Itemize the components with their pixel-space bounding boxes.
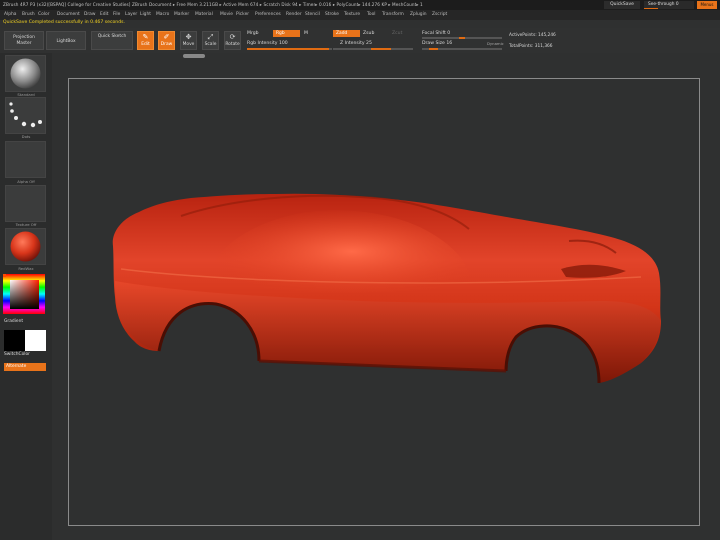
menu-zplugin[interactable]: Zplugin	[410, 12, 427, 17]
menu-stroke[interactable]: Stroke	[325, 12, 339, 17]
menu-material[interactable]: Material	[195, 12, 213, 17]
focal-shift-fill	[459, 37, 465, 39]
menu-transform[interactable]: Transform	[382, 12, 404, 17]
material-selector[interactable]	[5, 228, 46, 265]
projection-master-button[interactable]: Projection Master	[4, 31, 44, 50]
quick-sketch-label: Quick Sketch	[97, 34, 127, 39]
rotate-icon: ⟳	[229, 33, 236, 41]
alternate-button[interactable]: Alternate	[4, 363, 46, 371]
quicksave-button[interactable]: QuickSave	[604, 1, 640, 9]
rotate-label: Rotate	[225, 42, 240, 47]
menu-draw[interactable]: Draw	[84, 12, 95, 17]
window-title: ZBrush 4R7 P3 (x32)[BSPAQ] College for C…	[3, 2, 423, 7]
menu-preferences[interactable]: Preferences	[255, 12, 281, 17]
z-intensity-fill	[371, 48, 391, 50]
top-toolbar: Projection Master LightBox Quick Sketch …	[0, 28, 720, 53]
move-icon: ✥	[185, 33, 192, 41]
title-bar: ZBrush 4R7 P3 (x32)[BSPAQ] College for C…	[0, 0, 720, 10]
menu-file[interactable]: File	[113, 12, 120, 17]
draw-size-slider[interactable]	[422, 48, 502, 50]
menu-picker[interactable]: Picker	[236, 12, 249, 17]
rgb-intensity-fill	[247, 48, 329, 50]
rgb-intensity-label: Rgb Intensity 100	[247, 41, 288, 46]
main-color-swatch[interactable]	[4, 330, 25, 351]
menu-layer[interactable]: Layer	[125, 12, 137, 17]
secondary-color-swatch[interactable]	[25, 330, 46, 351]
draw-icon: ✐	[163, 33, 170, 41]
switch-color-button[interactable]: SwitchColor	[4, 352, 30, 357]
brush-selector[interactable]	[5, 55, 46, 92]
quick-sketch-button[interactable]: Quick Sketch	[91, 31, 133, 50]
focal-shift-slider[interactable]	[422, 37, 502, 39]
menu-render[interactable]: Render	[286, 12, 302, 17]
edit-label: Edit	[141, 42, 150, 47]
stroke-selector[interactable]	[5, 97, 46, 134]
z-intensity-label: Z Intensity 25	[340, 41, 372, 46]
texture-selector[interactable]	[5, 185, 46, 222]
zadd-toggle[interactable]: Zadd	[333, 30, 360, 37]
toolbar-scroll-handle[interactable]	[183, 54, 205, 58]
redwax-material-icon	[10, 231, 41, 262]
stroke-caption: Dots	[21, 134, 31, 139]
rgb-intensity-slider[interactable]	[247, 48, 332, 50]
edit-button[interactable]: ✎ Edit	[137, 31, 154, 50]
material-caption: RedWax	[18, 266, 34, 271]
draw-size-label: Draw Size 16	[422, 41, 453, 46]
see-through-label: See-through 0	[648, 2, 679, 7]
menu-zscript[interactable]: Zscript	[432, 12, 447, 17]
menu-movie[interactable]: Movie	[220, 12, 233, 17]
menu-marker[interactable]: Marker	[174, 12, 189, 17]
menu-tool[interactable]: Tool	[367, 12, 376, 17]
dynamic-toggle[interactable]: Dynamic	[487, 41, 504, 46]
color-picker[interactable]	[3, 274, 45, 314]
focal-shift-label: Focal Shift 0	[422, 31, 451, 36]
left-shelf: Standard Dots Alpha Off Texture Off RedW…	[0, 53, 52, 540]
mrgb-toggle[interactable]: Mrgb	[247, 31, 259, 36]
scale-button[interactable]: ⤢ Scale	[202, 31, 219, 50]
active-points-readout: ActivePoints: 145,246	[509, 33, 556, 38]
m-toggle[interactable]: M	[304, 31, 308, 36]
zcut-toggle[interactable]: Zcut	[392, 31, 402, 36]
alpha-selector[interactable]	[5, 141, 46, 178]
menu-stencil[interactable]: Stencil	[305, 12, 320, 17]
draw-label: Draw	[160, 42, 173, 47]
menu-macro[interactable]: Macro	[156, 12, 169, 17]
document-canvas[interactable]	[68, 78, 700, 526]
menu-color[interactable]: Color	[38, 12, 49, 17]
dots-stroke-icon	[9, 102, 42, 128]
texture-caption: Texture Off	[15, 222, 37, 227]
menu-bar: Alpha Brush Color Document Draw Edit Fil…	[0, 10, 720, 20]
alternate-label: Alternate	[6, 364, 27, 369]
lightbox-button[interactable]: LightBox	[46, 31, 86, 50]
menu-document[interactable]: Document	[57, 12, 80, 17]
standard-brush-icon	[10, 58, 41, 89]
move-button[interactable]: ✥ Move	[180, 31, 197, 50]
menu-edit[interactable]: Edit	[100, 12, 109, 17]
car-model[interactable]	[69, 79, 699, 525]
rgb-toggle[interactable]: Rgb	[273, 30, 300, 37]
see-through-fill	[644, 7, 658, 9]
see-through-slider[interactable]: See-through 0	[644, 1, 694, 9]
total-points-readout: TotalPoints: 311,366	[509, 44, 553, 49]
menu-light[interactable]: Light	[140, 12, 151, 17]
rotate-button[interactable]: ⟳ Rotate	[224, 31, 241, 50]
menus-button[interactable]: Menus	[697, 1, 717, 9]
color-picker-swatch	[3, 274, 45, 314]
menu-alpha[interactable]: Alpha	[4, 12, 16, 17]
draw-button[interactable]: ✐ Draw	[158, 31, 175, 50]
scale-icon: ⤢	[207, 33, 214, 41]
gradient-label[interactable]: Gradient	[4, 319, 23, 324]
z-intensity-slider[interactable]	[333, 48, 413, 50]
menu-texture[interactable]: Texture	[344, 12, 360, 17]
scale-label: Scale	[204, 42, 217, 47]
edit-icon: ✎	[142, 33, 149, 41]
status-notice: QuickSave Completed successfully in 0.46…	[3, 20, 125, 25]
alpha-caption: Alpha Off	[17, 179, 35, 184]
menu-brush[interactable]: Brush	[22, 12, 35, 17]
zsub-toggle[interactable]: Zsub	[363, 31, 374, 36]
move-label: Move	[182, 42, 195, 47]
draw-size-fill	[429, 48, 438, 50]
